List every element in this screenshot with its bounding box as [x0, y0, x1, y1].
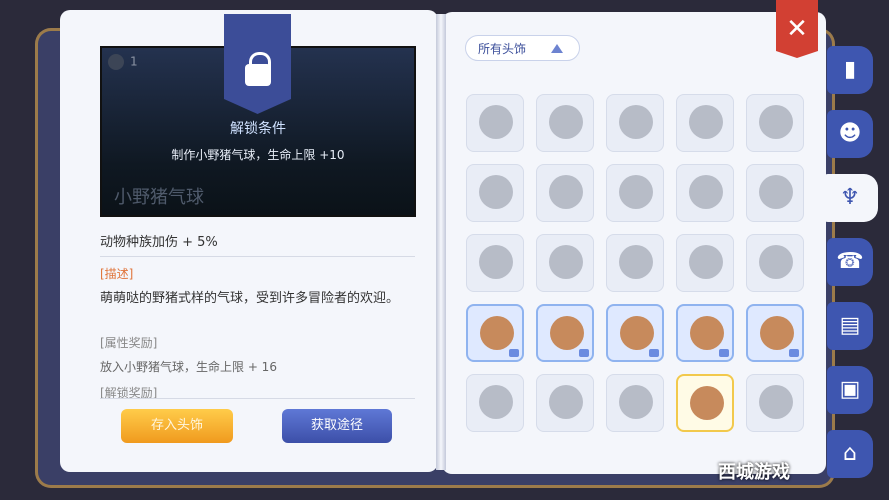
headwear-slot[interactable]	[606, 164, 664, 222]
headwear-grid[interactable]	[458, 66, 818, 436]
caret-up-icon	[551, 44, 563, 53]
book-spine	[436, 14, 446, 470]
owned-tag-icon	[789, 349, 799, 357]
close-button[interactable]: ✕	[776, 0, 818, 58]
obtain-method-button[interactable]: 获取途径	[282, 409, 392, 443]
headwear-slot[interactable]	[746, 234, 804, 292]
side-tab[interactable]: ☎	[827, 238, 873, 286]
description-text: 萌萌哒的野猪式样的气球，受到许多冒险者的欢迎。	[100, 291, 400, 306]
headwear-icon	[689, 175, 723, 209]
headwear-icon	[690, 386, 724, 420]
headwear-slot[interactable]	[536, 374, 594, 432]
race-bonus: 动物种族加伤 + 5%	[100, 235, 218, 250]
lock-icon	[245, 64, 271, 86]
headwear-slot[interactable]	[536, 164, 594, 222]
owned-tag-icon	[719, 349, 729, 357]
item-count-icon	[108, 54, 124, 70]
headwear-icon	[619, 175, 653, 209]
headwear-icon	[759, 175, 793, 209]
unlock-title: 解锁条件	[230, 121, 286, 137]
unlock-condition: 制作小野猪气球，生命上限 +10	[171, 148, 345, 162]
side-tab[interactable]: ▣	[827, 366, 873, 414]
attribute-reward-text: 放入小野猪气球，生命上限 + 16	[100, 360, 277, 374]
owned-tag-icon	[509, 349, 519, 357]
headwear-slot[interactable]	[536, 94, 594, 152]
headwear-icon	[479, 105, 513, 139]
headwear-icon	[689, 245, 723, 279]
headwear-slot[interactable]	[606, 374, 664, 432]
headwear-icon	[549, 175, 583, 209]
headwear-icon	[479, 245, 513, 279]
divider	[100, 398, 415, 399]
headwear-icon	[760, 316, 794, 350]
divider	[100, 256, 415, 257]
headwear-icon	[620, 316, 654, 350]
headwear-icon	[479, 385, 513, 419]
headwear-icon	[689, 105, 723, 139]
side-tab[interactable]: ♆	[822, 174, 878, 222]
headwear-slot[interactable]	[676, 164, 734, 222]
headwear-icon	[619, 105, 653, 139]
headwear-filter-dropdown[interactable]: 所有头饰	[465, 35, 580, 61]
headwear-icon	[690, 316, 724, 350]
headwear-icon	[619, 385, 653, 419]
headwear-icon	[759, 245, 793, 279]
headwear-slot[interactable]	[746, 374, 804, 432]
headwear-icon	[549, 245, 583, 279]
side-tab[interactable]: ☻	[827, 110, 873, 158]
headwear-icon	[480, 316, 514, 350]
headwear-icon	[550, 316, 584, 350]
headwear-icon	[479, 175, 513, 209]
headwear-icon	[759, 385, 793, 419]
headwear-slot[interactable]	[466, 304, 524, 362]
headwear-slot[interactable]	[466, 234, 524, 292]
attribute-reward-heading: [属性奖励]	[100, 336, 158, 350]
headwear-slot[interactable]	[606, 234, 664, 292]
headwear-slot[interactable]	[466, 94, 524, 152]
lock-banner	[224, 14, 291, 114]
headwear-slot[interactable]	[746, 94, 804, 152]
description-heading: [描述]	[100, 267, 134, 281]
headwear-icon	[759, 105, 793, 139]
headwear-slot[interactable]	[676, 234, 734, 292]
headwear-slot[interactable]	[536, 234, 594, 292]
headwear-slot[interactable]	[746, 164, 804, 222]
side-tab[interactable]: ⌂	[827, 430, 873, 478]
headwear-slot[interactable]	[466, 164, 524, 222]
headwear-icon	[619, 245, 653, 279]
headwear-icon	[549, 105, 583, 139]
headwear-slot[interactable]	[536, 304, 594, 362]
item-count: 1	[108, 54, 138, 70]
headwear-slot[interactable]	[676, 304, 734, 362]
headwear-slot[interactable]	[606, 94, 664, 152]
side-tab[interactable]: ▮	[827, 46, 873, 94]
watermark: 西城游戏	[718, 462, 790, 483]
headwear-slot[interactable]	[466, 374, 524, 432]
item-name: 小野猪气球	[114, 187, 204, 208]
headwear-icon	[549, 385, 583, 419]
owned-tag-icon	[579, 349, 589, 357]
side-tab[interactable]: ▤	[827, 302, 873, 350]
headwear-slot[interactable]	[746, 304, 804, 362]
headwear-slot[interactable]	[676, 374, 734, 432]
store-headwear-button[interactable]: 存入头饰	[121, 409, 233, 443]
headwear-slot[interactable]	[606, 304, 664, 362]
owned-tag-icon	[649, 349, 659, 357]
headwear-slot[interactable]	[676, 94, 734, 152]
